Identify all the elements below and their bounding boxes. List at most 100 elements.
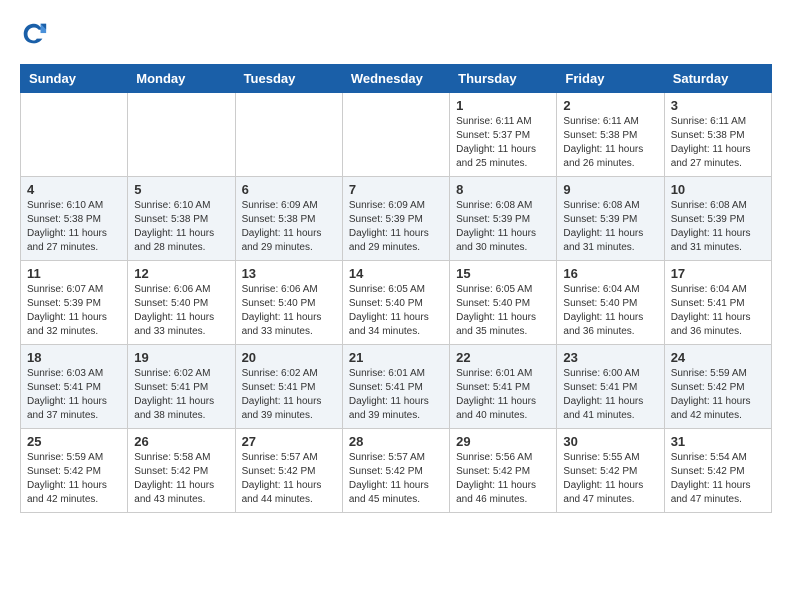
logo-icon <box>20 20 48 48</box>
day-number: 23 <box>563 350 657 365</box>
day-info: Sunrise: 6:07 AM Sunset: 5:39 PM Dayligh… <box>27 283 121 339</box>
day-number: 27 <box>242 434 336 449</box>
day-number: 10 <box>671 182 765 197</box>
weekday-header-saturday: Saturday <box>664 65 771 93</box>
day-number: 4 <box>27 182 121 197</box>
calendar-cell: 6 Sunrise: 6:09 AM Sunset: 5:38 PM Daylig… <box>235 177 342 261</box>
calendar-cell: 14Sunrise: 6:05 AM Sunset: 5:40 PM Dayli… <box>342 261 449 345</box>
day-info: Sunrise: 6:04 AM Sunset: 5:41 PM Dayligh… <box>671 283 765 339</box>
calendar-week-row: 18 Sunrise: 6:03 AM Sunset: 5:41 PM Dayli… <box>21 345 772 429</box>
day-info: Sunrise: 6:05 AM Sunset: 5:40 PM Dayligh… <box>456 283 550 339</box>
weekday-header-friday: Friday <box>557 65 664 93</box>
calendar-cell: 23 Sunrise: 6:00 AM Sunset: 5:41 PM Dayli… <box>557 345 664 429</box>
calendar-week-row: 4 Sunrise: 6:10 AM Sunset: 5:38 PM Daylig… <box>21 177 772 261</box>
day-info: Sunrise: 6:09 AM Sunset: 5:38 PM Dayligh… <box>242 199 336 255</box>
day-info: Sunrise: 6:02 AM Sunset: 5:41 PM Dayligh… <box>242 367 336 423</box>
weekday-header-monday: Monday <box>128 65 235 93</box>
page-header <box>20 20 772 48</box>
logo <box>20 20 52 48</box>
calendar-cell: 21Sunrise: 6:01 AM Sunset: 5:41 PM Dayli… <box>342 345 449 429</box>
calendar-cell: 5 Sunrise: 6:10 AM Sunset: 5:38 PM Daylig… <box>128 177 235 261</box>
day-info: Sunrise: 6:06 AM Sunset: 5:40 PM Dayligh… <box>242 283 336 339</box>
day-info: Sunrise: 5:56 AM Sunset: 5:42 PM Dayligh… <box>456 451 550 507</box>
day-info: Sunrise: 6:11 AM Sunset: 5:38 PM Dayligh… <box>563 115 657 171</box>
day-number: 11 <box>27 266 121 281</box>
day-number: 9 <box>563 182 657 197</box>
calendar-cell: 29 Sunrise: 5:56 AM Sunset: 5:42 PM Dayli… <box>450 429 557 513</box>
day-info: Sunrise: 6:08 AM Sunset: 5:39 PM Dayligh… <box>456 199 550 255</box>
day-number: 31 <box>671 434 765 449</box>
day-info: Sunrise: 6:00 AM Sunset: 5:41 PM Dayligh… <box>563 367 657 423</box>
weekday-header-row: SundayMondayTuesdayWednesdayThursdayFrid… <box>21 65 772 93</box>
day-number: 25 <box>27 434 121 449</box>
day-info: Sunrise: 6:03 AM Sunset: 5:41 PM Dayligh… <box>27 367 121 423</box>
day-number: 12 <box>134 266 228 281</box>
weekday-header-sunday: Sunday <box>21 65 128 93</box>
calendar-cell <box>342 93 449 177</box>
day-info: Sunrise: 6:11 AM Sunset: 5:38 PM Dayligh… <box>671 115 765 171</box>
day-number: 6 <box>242 182 336 197</box>
day-info: Sunrise: 5:58 AM Sunset: 5:42 PM Dayligh… <box>134 451 228 507</box>
day-number: 24 <box>671 350 765 365</box>
day-number: 28 <box>349 434 443 449</box>
day-number: 5 <box>134 182 228 197</box>
calendar-cell: 19 Sunrise: 6:02 AM Sunset: 5:41 PM Dayli… <box>128 345 235 429</box>
day-info: Sunrise: 6:11 AM Sunset: 5:37 PM Dayligh… <box>456 115 550 171</box>
day-number: 18 <box>27 350 121 365</box>
calendar-cell: 1 Sunrise: 6:11 AM Sunset: 5:37 PM Daylig… <box>450 93 557 177</box>
calendar-table: SundayMondayTuesdayWednesdayThursdayFrid… <box>20 64 772 513</box>
calendar-cell: 15Sunrise: 6:05 AM Sunset: 5:40 PM Dayli… <box>450 261 557 345</box>
calendar-cell <box>128 93 235 177</box>
day-number: 14 <box>349 266 443 281</box>
day-number: 1 <box>456 98 550 113</box>
calendar-cell: 4 Sunrise: 6:10 AM Sunset: 5:38 PM Daylig… <box>21 177 128 261</box>
calendar-cell: 28 Sunrise: 5:57 AM Sunset: 5:42 PM Dayli… <box>342 429 449 513</box>
day-number: 20 <box>242 350 336 365</box>
calendar-cell: 24 Sunrise: 5:59 AM Sunset: 5:42 PM Dayli… <box>664 345 771 429</box>
day-number: 30 <box>563 434 657 449</box>
day-info: Sunrise: 5:57 AM Sunset: 5:42 PM Dayligh… <box>242 451 336 507</box>
weekday-header-wednesday: Wednesday <box>342 65 449 93</box>
day-number: 7 <box>349 182 443 197</box>
calendar-cell: 10 Sunrise: 6:08 AM Sunset: 5:39 PM Dayli… <box>664 177 771 261</box>
day-number: 29 <box>456 434 550 449</box>
day-info: Sunrise: 6:09 AM Sunset: 5:39 PM Dayligh… <box>349 199 443 255</box>
day-number: 17 <box>671 266 765 281</box>
calendar-cell: 25 Sunrise: 5:59 AM Sunset: 5:42 PM Dayli… <box>21 429 128 513</box>
calendar-cell: 17 Sunrise: 6:04 AM Sunset: 5:41 PM Dayli… <box>664 261 771 345</box>
day-number: 19 <box>134 350 228 365</box>
day-number: 16 <box>563 266 657 281</box>
calendar-cell: 31 Sunrise: 5:54 AM Sunset: 5:42 PM Dayli… <box>664 429 771 513</box>
day-number: 3 <box>671 98 765 113</box>
calendar-cell: 22 Sunrise: 6:01 AM Sunset: 5:41 PM Dayli… <box>450 345 557 429</box>
weekday-header-tuesday: Tuesday <box>235 65 342 93</box>
day-info: Sunrise: 5:59 AM Sunset: 5:42 PM Dayligh… <box>671 367 765 423</box>
day-info: Sunrise: 5:55 AM Sunset: 5:42 PM Dayligh… <box>563 451 657 507</box>
day-info: Sunrise: 6:01 AM Sunset: 5:41 PM Dayligh… <box>456 367 550 423</box>
calendar-cell: 2Sunrise: 6:11 AM Sunset: 5:38 PM Daylig… <box>557 93 664 177</box>
day-number: 22 <box>456 350 550 365</box>
calendar-cell: 27 Sunrise: 5:57 AM Sunset: 5:42 PM Dayli… <box>235 429 342 513</box>
day-number: 13 <box>242 266 336 281</box>
day-info: Sunrise: 5:59 AM Sunset: 5:42 PM Dayligh… <box>27 451 121 507</box>
calendar-cell: 3 Sunrise: 6:11 AM Sunset: 5:38 PM Daylig… <box>664 93 771 177</box>
day-info: Sunrise: 6:02 AM Sunset: 5:41 PM Dayligh… <box>134 367 228 423</box>
day-info: Sunrise: 6:10 AM Sunset: 5:38 PM Dayligh… <box>27 199 121 255</box>
day-info: Sunrise: 5:57 AM Sunset: 5:42 PM Dayligh… <box>349 451 443 507</box>
day-info: Sunrise: 6:08 AM Sunset: 5:39 PM Dayligh… <box>671 199 765 255</box>
calendar-cell: 18 Sunrise: 6:03 AM Sunset: 5:41 PM Dayli… <box>21 345 128 429</box>
calendar-cell: 12 Sunrise: 6:06 AM Sunset: 5:40 PM Dayli… <box>128 261 235 345</box>
day-info: Sunrise: 5:54 AM Sunset: 5:42 PM Dayligh… <box>671 451 765 507</box>
day-info: Sunrise: 6:06 AM Sunset: 5:40 PM Dayligh… <box>134 283 228 339</box>
day-number: 26 <box>134 434 228 449</box>
calendar-cell: 9Sunrise: 6:08 AM Sunset: 5:39 PM Daylig… <box>557 177 664 261</box>
day-number: 21 <box>349 350 443 365</box>
calendar-cell: 26 Sunrise: 5:58 AM Sunset: 5:42 PM Dayli… <box>128 429 235 513</box>
weekday-header-thursday: Thursday <box>450 65 557 93</box>
day-info: Sunrise: 6:10 AM Sunset: 5:38 PM Dayligh… <box>134 199 228 255</box>
calendar-cell: 16Sunrise: 6:04 AM Sunset: 5:40 PM Dayli… <box>557 261 664 345</box>
calendar-week-row: 25 Sunrise: 5:59 AM Sunset: 5:42 PM Dayli… <box>21 429 772 513</box>
day-number: 8 <box>456 182 550 197</box>
calendar-cell: 7 Sunrise: 6:09 AM Sunset: 5:39 PM Daylig… <box>342 177 449 261</box>
calendar-cell: 30 Sunrise: 5:55 AM Sunset: 5:42 PM Dayli… <box>557 429 664 513</box>
